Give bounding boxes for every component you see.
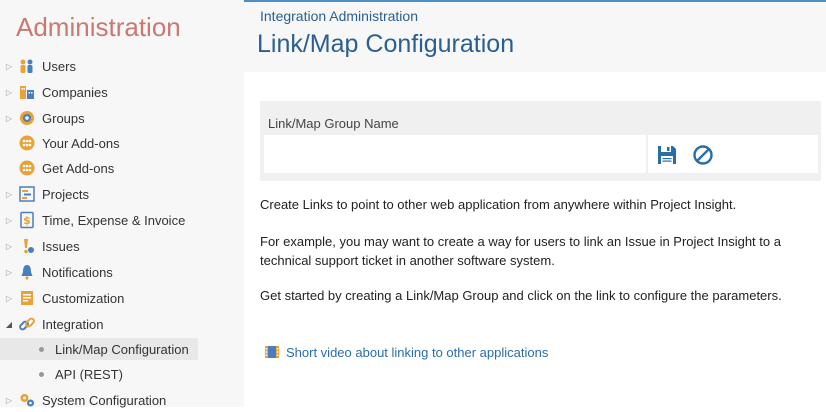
sidebar-item-label: Integration — [42, 316, 104, 332]
expand-arrow-icon[interactable]: ▷ — [4, 396, 14, 405]
group-actions — [648, 135, 818, 173]
sidebar-item-label: Companies — [42, 84, 108, 100]
expand-arrow-icon[interactable]: ▷ — [4, 190, 14, 199]
group-name-input[interactable] — [264, 135, 646, 173]
sidebar-item-integration[interactable]: ◢ Integration — [0, 312, 244, 336]
sidebar-item-label: Customization — [42, 290, 125, 306]
sidebar-item-get-addons[interactable]: Get Add-ons — [0, 156, 244, 180]
projects-icon — [18, 185, 36, 203]
linkmap-group-panel: Link/Map Group Name — [260, 101, 821, 181]
bullet-icon — [39, 346, 44, 352]
sidebar-subitem-label: API (REST) — [55, 366, 123, 382]
bullet-icon — [39, 371, 44, 377]
expand-arrow-icon[interactable]: ▷ — [4, 88, 14, 97]
example-text: For example, you may want to create a wa… — [260, 234, 781, 268]
sidebar-item-issues[interactable]: ▷ Issues — [0, 234, 244, 258]
getting-started-text: Get started by creating a Link/Map Group… — [260, 288, 782, 303]
sidebar-item-label: Your Add-ons — [42, 135, 120, 151]
addons-icon — [18, 134, 36, 152]
sidebar-item-label: Notifications — [42, 264, 113, 280]
video-link[interactable]: Short video about linking to other appli… — [264, 344, 548, 360]
expand-arrow-icon[interactable]: ▷ — [4, 114, 14, 123]
sidebar-item-users[interactable]: ▷ Users — [0, 54, 244, 78]
users-icon — [18, 57, 36, 75]
sidebar-item-label: Users — [42, 58, 76, 74]
expand-arrow-icon[interactable]: ▷ — [4, 62, 14, 71]
sidebar-item-system-configuration[interactable]: ▷ System Configuration — [0, 388, 244, 412]
expand-arrow-icon[interactable]: ▷ — [4, 294, 14, 303]
sidebar-item-time-expense-invoice[interactable]: ▷ $ Time, Expense & Invoice — [0, 208, 244, 232]
sidebar-item-label: Groups — [42, 110, 85, 126]
get-addons-icon — [18, 159, 36, 177]
sidebar-subitem-linkmap-config[interactable]: Link/Map Configuration — [0, 338, 198, 360]
save-icon[interactable] — [656, 144, 678, 166]
groups-icon — [18, 109, 36, 127]
sidebar-item-companies[interactable]: ▷ Companies — [0, 80, 244, 104]
expand-arrow-icon[interactable]: ▷ — [4, 242, 14, 251]
sidebar-item-label: Projects — [42, 186, 89, 202]
intro-text: Create Links to point to other web appli… — [260, 197, 737, 212]
sidebar-item-groups[interactable]: ▷ Groups — [0, 106, 244, 130]
sidebar-item-label: Get Add-ons — [42, 160, 115, 176]
sidebar-subitem-api-rest[interactable]: API (REST) — [0, 363, 244, 385]
sidebar-title: Administration — [16, 12, 181, 42]
group-name-label: Link/Map Group Name — [268, 116, 399, 131]
companies-icon — [18, 83, 36, 101]
sidebar-item-label: Issues — [42, 238, 80, 254]
breadcrumb[interactable]: Integration Administration — [260, 8, 418, 24]
sidebar-item-customization[interactable]: ▷ Customization — [0, 286, 244, 310]
expand-arrow-icon[interactable]: ▷ — [4, 268, 14, 277]
sidebar-item-projects[interactable]: ▷ Projects — [0, 182, 244, 206]
link-icon — [18, 315, 36, 333]
page-header: Integration Administration Link/Map Conf… — [244, 2, 826, 72]
collapse-arrow-icon[interactable]: ◢ — [4, 320, 14, 329]
sidebar-item-label: Time, Expense & Invoice — [42, 212, 186, 228]
time-expense-icon: $ — [18, 211, 36, 229]
sidebar-item-label: System Configuration — [42, 392, 167, 408]
video-icon — [264, 344, 280, 360]
bell-icon — [18, 263, 36, 281]
gear-icon — [18, 391, 36, 409]
expand-arrow-icon[interactable]: ▷ — [4, 216, 14, 225]
sidebar-item-notifications[interactable]: ▷ Notifications — [0, 260, 244, 284]
issues-icon — [18, 237, 36, 255]
svg-text:$: $ — [23, 214, 31, 227]
video-link-text[interactable]: Short video about linking to other appli… — [286, 345, 548, 360]
sidebar-subitem-label: Link/Map Configuration — [55, 341, 189, 357]
customization-icon — [18, 289, 36, 307]
sidebar-item-your-addons[interactable]: Your Add-ons — [0, 131, 244, 155]
page-title: Link/Map Configuration — [257, 30, 515, 58]
sidebar: Administration ▷ Users ▷ Companies ▷ Gro… — [0, 0, 244, 408]
cancel-icon[interactable] — [692, 144, 714, 166]
